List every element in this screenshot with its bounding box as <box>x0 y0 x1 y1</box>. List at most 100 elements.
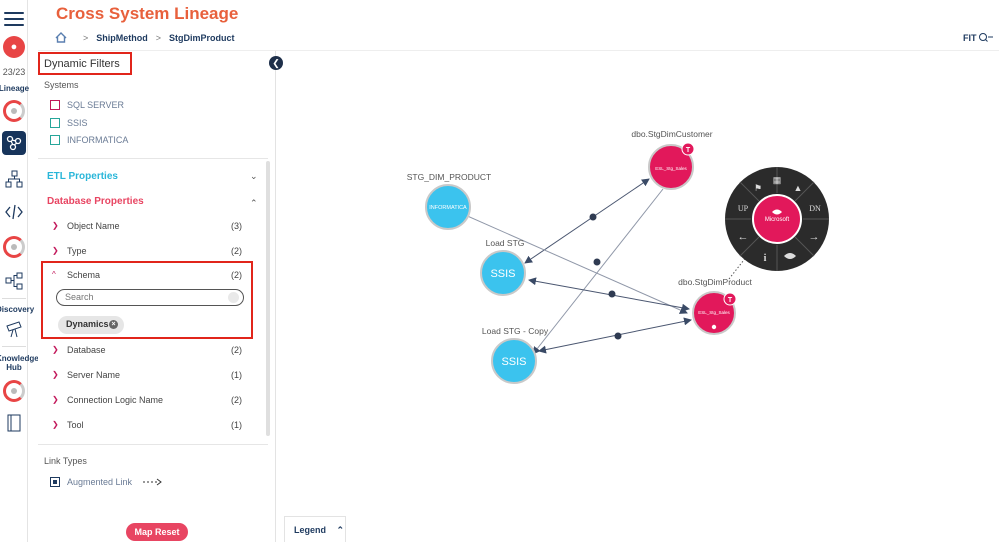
filter-schema[interactable]: ^ Schema (2) <box>52 270 242 280</box>
checkbox-sql-server[interactable] <box>50 100 60 110</box>
legend-toggle[interactable]: Legend ⌃ <box>284 516 346 542</box>
system-label: SSIS <box>67 118 88 128</box>
zoom-icon[interactable] <box>977 32 993 43</box>
system-filter-sql-server[interactable]: SQL SERVER <box>50 100 124 110</box>
filter-name: Schema <box>67 270 101 280</box>
filter-name: Object Name <box>67 221 120 231</box>
hierarchy-icon[interactable] <box>5 170 23 188</box>
chevron-down-icon: ❯ <box>52 221 59 230</box>
page-title: Cross System Lineage <box>56 4 239 23</box>
book-icon[interactable] <box>5 414 23 432</box>
left-rail: ● 23/23 Lineage Discovery Knowledge Hub <box>0 0 39 542</box>
arrow-right-icon[interactable]: → <box>809 231 820 243</box>
home-icon[interactable] <box>55 32 67 43</box>
search-icon[interactable] <box>228 292 239 303</box>
chevron-up-icon: ⌃ <box>336 525 345 535</box>
node-label: STG_DIM_PRODUCT <box>407 172 492 182</box>
radial-context-menu[interactable]: Microsoft UP DN ⚑ ▦ ▲ ← → i <box>725 167 829 271</box>
radial-up[interactable]: UP <box>738 204 749 213</box>
filter-server-name[interactable]: ❯ Server Name (1) <box>52 370 242 380</box>
schema-chip-dynamics[interactable]: Dynamics × <box>58 316 124 334</box>
etl-properties-header[interactable]: ETL Properties <box>47 171 118 182</box>
checkbox-ssis[interactable] <box>50 118 60 128</box>
telescope-icon[interactable] <box>5 320 23 338</box>
schema-search-input[interactable]: Search <box>56 289 244 306</box>
chevron-down-icon: ❯ <box>52 395 59 404</box>
edge-informatica-product[interactable] <box>446 206 688 314</box>
filter-type[interactable]: ❯ Type (2) <box>52 246 242 256</box>
filter-panel: Dynamic Filters Systems SQL SERVER SSIS … <box>38 51 276 542</box>
filter-tool[interactable]: ❯ Tool (1) <box>52 420 242 430</box>
breadcrumb-item[interactable]: ShipMethod <box>96 33 148 43</box>
map-reset-button[interactable]: Map Reset <box>126 523 188 541</box>
node-load-stg-copy[interactable]: Load STG - Copy SSIS <box>482 326 549 384</box>
node-inner-label: ESL_Stg_Sales <box>698 310 730 315</box>
location-pin-icon <box>711 324 717 330</box>
system-filter-informatica[interactable]: INFORMATICA <box>50 135 128 145</box>
fit-label: FIT <box>963 32 977 43</box>
filter-object-name[interactable]: ❯ Object Name (3) <box>52 221 242 231</box>
flow-icon[interactable] <box>5 272 23 290</box>
chevron-up-icon[interactable]: ⌃ <box>250 198 258 209</box>
discovery-label: Discovery <box>0 305 35 314</box>
knowledge-progress-icon[interactable] <box>3 380 25 402</box>
lineage-graph-button[interactable] <box>2 131 26 155</box>
breadcrumb-separator: > <box>83 32 89 43</box>
augmented-link-filter[interactable]: Augmented Link <box>50 477 164 487</box>
info-icon[interactable]: i <box>764 253 767 264</box>
node-stgdimproduct[interactable]: dbo.StgDimProduct ESL_Stg_Sales T <box>678 277 752 335</box>
hierarchy-icon[interactable]: ▲ <box>794 183 803 193</box>
filter-count: (2) <box>231 246 242 256</box>
systems-label: Systems <box>44 80 79 90</box>
arrow-left-icon[interactable]: ← <box>738 231 749 243</box>
code-icon[interactable] <box>5 203 23 221</box>
node-load-stg[interactable]: Load STG SSIS <box>480 238 526 296</box>
filter-connection-logic-name[interactable]: ❯ Connection Logic Name (2) <box>52 395 242 405</box>
chevron-down-icon: ❯ <box>52 370 59 379</box>
system-filter-ssis[interactable]: SSIS <box>50 118 88 128</box>
node-stgdimcustomer[interactable]: dbo.StgDimCustomer ESL_Stg_Sales T <box>631 129 713 190</box>
remove-chip-icon[interactable]: × <box>109 320 118 329</box>
share-icon[interactable]: ⚑ <box>754 183 762 193</box>
filter-database[interactable]: ❯ Database (2) <box>52 345 242 355</box>
hamburger-menu-icon[interactable] <box>4 12 24 30</box>
radial-center-label: Microsoft <box>765 217 790 223</box>
edge-handle-icon[interactable] <box>593 258 601 266</box>
database-properties-header[interactable]: Database Properties <box>47 196 144 207</box>
app-logo-icon[interactable]: ● <box>3 36 25 58</box>
system-label: SQL SERVER <box>67 100 125 110</box>
filter-name: Server Name <box>67 370 121 380</box>
breadcrumb-item[interactable]: StgDimProduct <box>169 33 235 43</box>
lineage-progress-icon[interactable] <box>3 100 25 122</box>
node-label: Load STG - Copy <box>482 326 549 336</box>
edge-handle-icon[interactable] <box>589 213 597 221</box>
node-label: dbo.StgDimCustomer <box>631 129 712 139</box>
augmented-link-label: Augmented Link <box>67 477 133 487</box>
chevron-down-icon[interactable]: ⌄ <box>250 171 258 182</box>
book-icon[interactable]: ▦ <box>773 175 782 185</box>
node-label: dbo.StgDimProduct <box>678 277 752 287</box>
system-label: INFORMATICA <box>67 135 129 145</box>
fit-button[interactable]: FIT <box>963 32 993 43</box>
radial-dn[interactable]: DN <box>809 204 821 213</box>
edge-loadstg-customer[interactable] <box>524 178 650 264</box>
section-divider <box>38 444 268 445</box>
share-progress-icon[interactable] <box>3 236 25 258</box>
checkbox-informatica[interactable] <box>50 135 60 145</box>
lineage-count: 23/23 <box>2 67 26 77</box>
search-placeholder: Search <box>65 292 94 302</box>
edge-handle-icon[interactable] <box>614 332 622 340</box>
section-divider <box>38 158 268 159</box>
filter-count: (2) <box>231 345 242 355</box>
edge-handle-icon[interactable] <box>608 290 616 298</box>
checkbox-augmented-link[interactable] <box>50 477 60 487</box>
filter-count: (3) <box>231 221 242 231</box>
filter-scrollbar[interactable] <box>266 161 270 436</box>
lineage-canvas[interactable]: dbo.StgDimCustomer ESL_Stg_Sales T STG_D… <box>277 51 999 516</box>
edge-augmented[interactable] <box>728 255 748 280</box>
filter-name: Tool <box>67 420 84 430</box>
chevron-down-icon: ❯ <box>52 246 59 255</box>
node-label: Load STG <box>486 238 525 248</box>
dynamic-filters-title: Dynamic Filters <box>38 52 132 75</box>
node-inner-label: INFORMATICA <box>429 205 467 211</box>
